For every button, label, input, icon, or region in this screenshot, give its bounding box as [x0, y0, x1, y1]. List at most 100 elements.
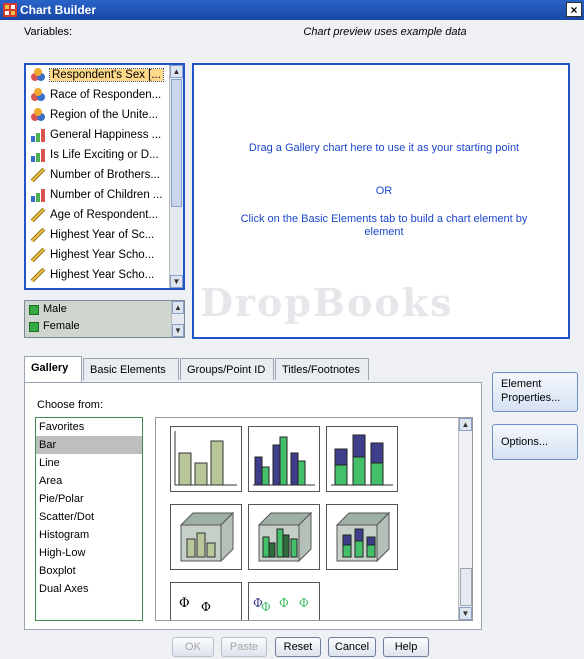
gallery-3d-stacked-bar-thumb[interactable]: [326, 504, 398, 570]
ordinal-icon: [30, 128, 46, 142]
cancel-button[interactable]: Cancel: [328, 637, 376, 657]
scroll-down-arrow-icon[interactable]: ▼: [172, 324, 184, 337]
preview-instruction-gallery: Drag a Gallery chart here to use it as y…: [248, 142, 520, 154]
scroll-up-arrow-icon[interactable]: ▲: [172, 301, 184, 314]
chart-preview-canvas[interactable]: Drag a Gallery chart here to use it as y…: [192, 63, 570, 339]
scroll-thumb[interactable]: [171, 79, 182, 207]
variable-item[interactable]: Number of Children ...: [26, 185, 183, 205]
gallery-stacked-bar-thumb[interactable]: [326, 426, 398, 492]
chart-type-item[interactable]: Bar: [36, 436, 142, 454]
tab-basic-elements[interactable]: Basic Elements: [83, 358, 179, 380]
stacked-bar-chart-icon: [331, 434, 393, 486]
svg-text:Φ: Φ: [299, 596, 309, 610]
options-button[interactable]: Options...: [492, 424, 578, 460]
variable-item[interactable]: Highest Year Scho...: [26, 265, 183, 285]
chart-type-item[interactable]: Histogram: [36, 526, 142, 544]
category-item[interactable]: Male: [25, 301, 184, 318]
svg-text:Φ: Φ: [179, 596, 190, 611]
chart-type-item[interactable]: High-Low: [36, 544, 142, 562]
simple-bar-chart-icon: [174, 431, 237, 486]
variable-item[interactable]: Is Life Exciting or D...: [26, 145, 183, 165]
category-color-icon: [29, 322, 39, 332]
clustered-bar-chart-icon: [253, 436, 315, 486]
nominal-icon: [30, 68, 46, 82]
chart-gallery[interactable]: Φ Φ Φ Φ Φ Φ ▲ ▼: [155, 417, 473, 621]
variable-item[interactable]: Respondent's Sex [...: [26, 65, 183, 85]
gallery-clustered-error-bar-thumb[interactable]: Φ Φ Φ Φ: [248, 582, 320, 620]
variable-label: Race of Responden...: [50, 89, 162, 101]
preview-note: Chart preview uses example data: [303, 26, 467, 38]
tab-groups-point-id[interactable]: Groups/Point ID: [180, 358, 274, 380]
variables-scrollbar[interactable]: ▲ ▼: [169, 65, 183, 288]
variable-label: Highest Year Scho...: [50, 249, 155, 261]
nominal-icon: [30, 88, 46, 102]
chart-type-item[interactable]: Scatter/Dot: [36, 508, 142, 526]
variable-item[interactable]: Highest Year Scho...: [26, 245, 183, 265]
close-button[interactable]: ×: [566, 2, 582, 17]
3d-stacked-bar-chart-icon: [335, 511, 391, 563]
variable-label: Number of Children ...: [50, 189, 163, 201]
variable-item[interactable]: Number of Brothers...: [26, 165, 183, 185]
category-item[interactable]: Female: [25, 318, 184, 335]
chart-type-item[interactable]: Line: [36, 454, 142, 472]
gallery-simple-bar-thumb[interactable]: [170, 426, 242, 492]
variable-label: Highest Year Scho...: [50, 269, 155, 281]
element-properties-button[interactable]: Element Properties...: [492, 372, 578, 412]
variable-item[interactable]: General Happiness ...: [26, 125, 183, 145]
nominal-icon: [30, 108, 46, 122]
variable-label: Respondent's Sex [...: [49, 68, 164, 82]
tab-titles-footnotes[interactable]: Titles/Footnotes: [275, 358, 369, 380]
preview-instruction-elements: Click on the Basic Elements tab to build…: [240, 213, 528, 238]
gallery-clustered-bar-thumb[interactable]: [248, 426, 320, 492]
gallery-3d-bar-thumb[interactable]: [170, 504, 242, 570]
3d-clustered-bar-chart-icon: [257, 511, 313, 563]
ordinal-icon: [30, 148, 46, 162]
help-button[interactable]: Help: [383, 637, 429, 657]
chart-type-item[interactable]: Boxplot: [36, 562, 142, 580]
scroll-down-arrow-icon[interactable]: ▼: [459, 607, 472, 620]
ok-button[interactable]: OK: [172, 637, 214, 657]
chart-type-list[interactable]: Favorites Bar Line Area Pie/Polar Scatter/Dot…: [35, 417, 143, 621]
title-bar: Chart Builder ×: [0, 0, 584, 20]
variable-label: Age of Respondent...: [50, 209, 159, 221]
variable-label: Region of the Unite...: [50, 109, 159, 121]
variable-label: Is Life Exciting or D...: [50, 149, 159, 161]
scroll-down-arrow-icon[interactable]: ▼: [170, 275, 183, 288]
variable-label: Number of Brothers...: [50, 169, 160, 181]
category-color-icon: [29, 305, 39, 315]
3d-bar-chart-icon: [179, 511, 235, 563]
gallery-scroll-thumb[interactable]: [460, 568, 472, 606]
paste-button[interactable]: Paste: [221, 637, 267, 657]
chart-type-item[interactable]: Area: [36, 472, 142, 490]
gallery-simple-error-bar-thumb[interactable]: Φ Φ: [170, 582, 242, 620]
preview-or: OR: [375, 185, 393, 197]
scale-icon: [30, 207, 46, 223]
chart-type-item[interactable]: Pie/Polar: [36, 490, 142, 508]
svg-text:Φ: Φ: [261, 600, 271, 614]
scale-icon: [30, 247, 46, 263]
scale-icon: [30, 227, 46, 243]
chart-builder-icon: [3, 3, 17, 17]
clustered-error-bar-chart-icon: Φ Φ Φ Φ: [253, 596, 309, 614]
scroll-up-arrow-icon[interactable]: ▲: [170, 65, 183, 78]
gallery-scrollbar[interactable]: ▲ ▼: [458, 418, 472, 620]
variable-item[interactable]: Age of Respondent...: [26, 205, 183, 225]
scale-icon: [30, 267, 46, 283]
chart-type-item[interactable]: Dual Axes: [36, 580, 142, 598]
choose-from-label: Choose from:: [37, 399, 104, 411]
variable-item[interactable]: Region of the Unite...: [26, 105, 183, 125]
gallery-3d-clustered-bar-thumb[interactable]: [248, 504, 320, 570]
variable-label: General Happiness ...: [50, 129, 162, 141]
scroll-up-arrow-icon[interactable]: ▲: [459, 418, 472, 431]
variables-list[interactable]: Respondent's Sex [... Race of Responden..…: [24, 63, 185, 290]
chart-type-item[interactable]: Favorites: [36, 418, 142, 436]
variable-label: Highest Year of Sc...: [50, 229, 155, 241]
variable-item[interactable]: Highest Year of Sc...: [26, 225, 183, 245]
ordinal-icon: [30, 188, 46, 202]
svg-text:Φ: Φ: [201, 600, 211, 614]
variable-item[interactable]: Race of Responden...: [26, 85, 183, 105]
reset-button[interactable]: Reset: [275, 637, 321, 657]
tab-gallery[interactable]: Gallery: [24, 356, 82, 382]
category-scrollbar[interactable]: ▲ ▼: [171, 301, 184, 337]
category-list[interactable]: Male Female ▲ ▼: [24, 300, 185, 338]
